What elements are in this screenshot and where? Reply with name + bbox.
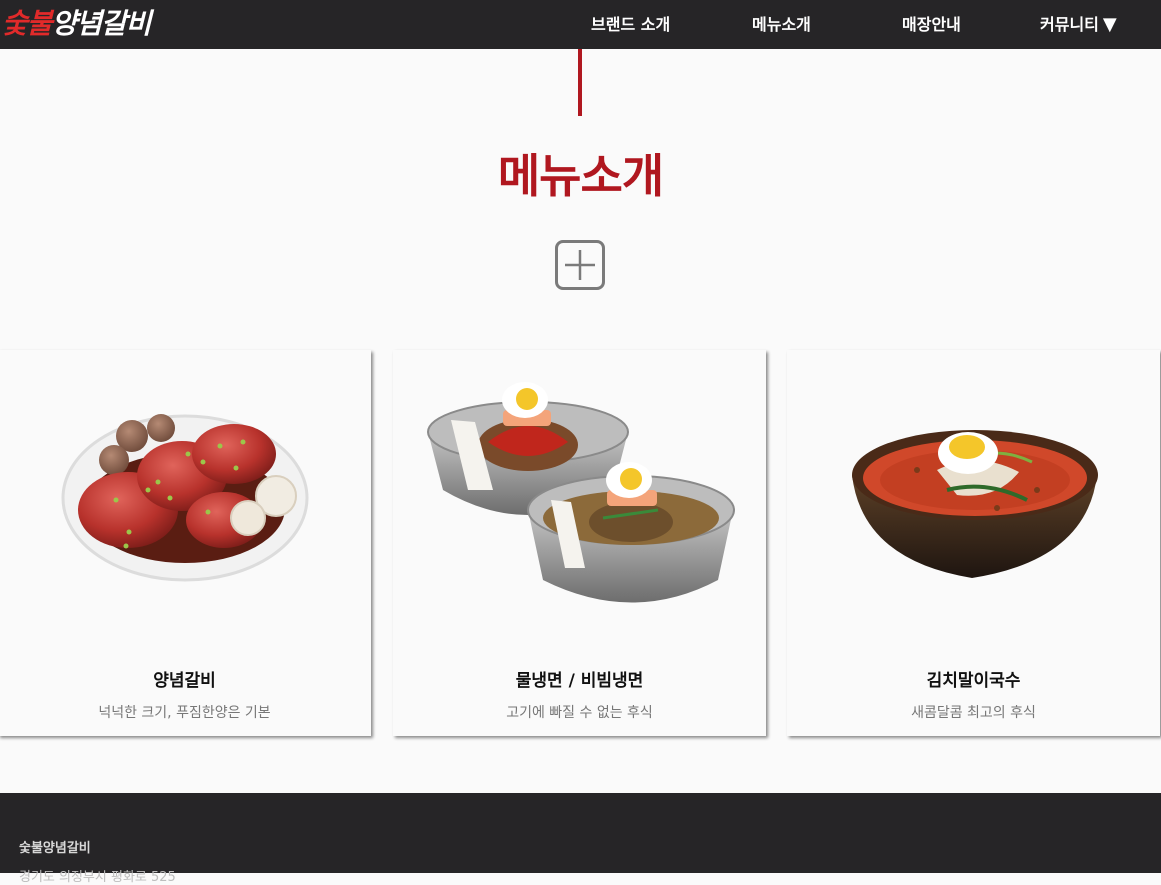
kimchi-noodle-photo — [852, 430, 1098, 578]
footer-address: 경기도 의정부시 평화로 525 — [19, 870, 176, 885]
menu-card-kimchi-noodle[interactable]: 김치말이국수 새콤달콤 최고의 후식 — [787, 350, 1160, 736]
menu-card-name: 김치말이국수 — [926, 671, 1021, 691]
menu-card-naengmyeon[interactable]: 물냉면 / 비빔냉면 고기에 빠질 수 없는 후식 — [393, 350, 766, 736]
menu-card-name: 양념갈비 — [153, 671, 216, 691]
galbi-photo — [61, 414, 309, 582]
naengmyeon-photo — [427, 382, 735, 603]
menu-card-description: 넉넉한 크기, 푸짐한양은 기본 — [98, 705, 271, 721]
logo-white-text: 양념갈비 — [51, 7, 152, 40]
nav-item-brand[interactable]: 브랜드 소개 — [591, 0, 670, 49]
menu-card-description: 새콤달콤 최고의 후식 — [911, 705, 1036, 721]
section-title: 메뉴소개 — [497, 149, 664, 203]
brand-logo[interactable]: 숯불양념갈비 — [2, 3, 152, 45]
nav-item-community[interactable]: 커뮤니티 ▼ — [1040, 0, 1117, 49]
logo-red-text: 숯불 — [2, 7, 53, 40]
menu-card-name: 물냉면 / 비빔냉면 — [515, 671, 644, 691]
top-nav: 숯불양념갈비 브랜드 소개 메뉴소개 매장안내 커뮤니티 ▼ — [0, 0, 1161, 49]
nav-item-community-label: 커뮤니티 — [1040, 15, 1099, 34]
plus-icon — [565, 250, 595, 280]
caret-down-icon: ▼ — [1102, 14, 1117, 35]
site-footer: 숯불양념갈비 경기도 의정부시 평화로 525 — [0, 793, 1161, 885]
section-divider-line — [578, 49, 582, 116]
menu-card-description: 고기에 빠질 수 없는 후식 — [506, 705, 653, 721]
more-menu-button[interactable] — [555, 240, 605, 290]
nav-item-stores[interactable]: 매장안내 — [902, 0, 961, 49]
footer-company-name: 숯불양념갈비 — [19, 841, 91, 856]
menu-card-galbi[interactable]: 양념갈비 넉넉한 크기, 푸짐한양은 기본 — [0, 350, 371, 736]
nav-item-menu[interactable]: 메뉴소개 — [752, 0, 811, 49]
